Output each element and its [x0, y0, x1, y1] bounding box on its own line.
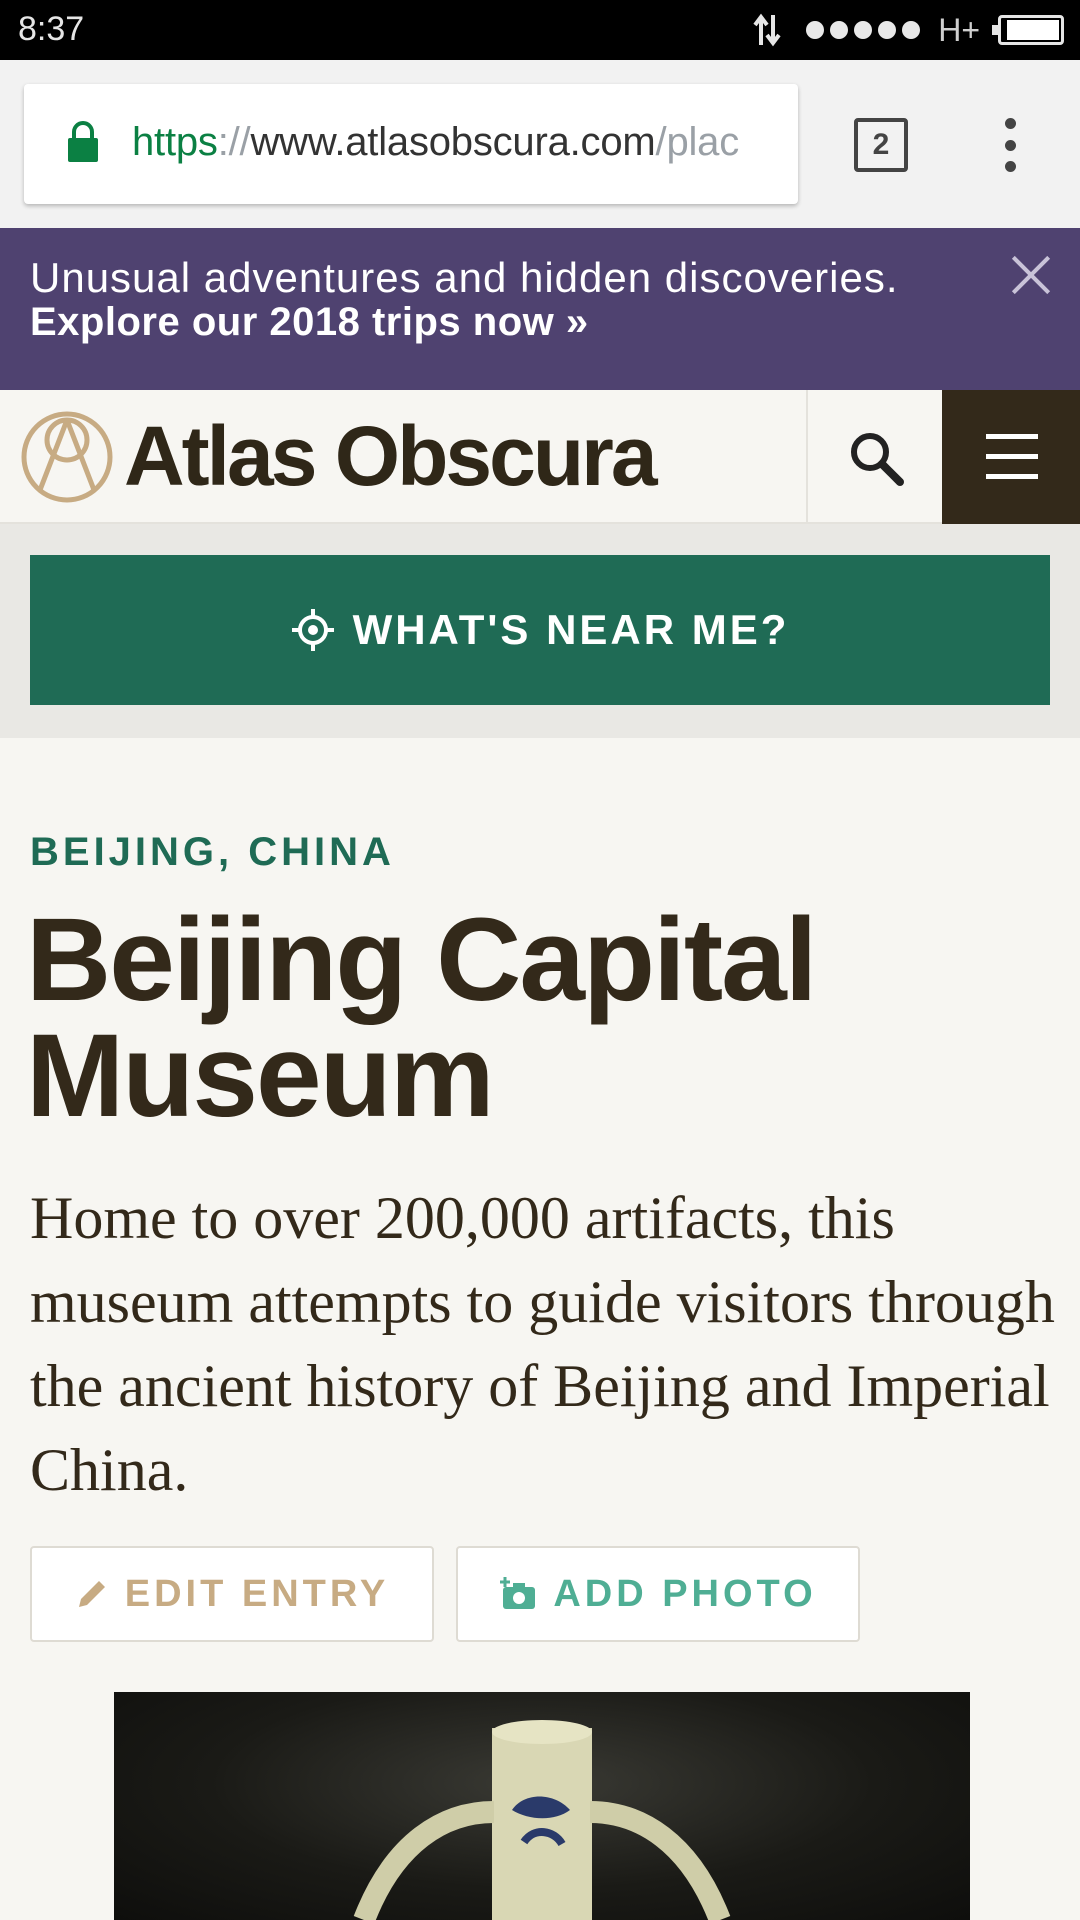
whats-near-me-button[interactable]: WHAT'S NEAR ME? — [30, 555, 1050, 705]
edit-entry-label: EDIT ENTRY — [124, 1572, 390, 1615]
browser-toolbar: https://www.atlasobscura.com/plac 2 — [0, 60, 1080, 228]
page-title: Beijing Capital Museum — [26, 894, 818, 1142]
status-icons: H+ — [752, 8, 1064, 52]
site-logo-text[interactable]: Atlas Obscura — [124, 408, 658, 505]
status-bar: 8:37 H+ — [0, 0, 1080, 60]
promo-line1: Unusual adventures and hidden discoverie… — [30, 254, 899, 301]
site-header: Atlas Obscura — [0, 390, 1080, 524]
data-transfer-icon — [753, 13, 781, 47]
pencil-icon — [78, 1581, 105, 1607]
add-photo-button[interactable]: ADD PHOTO — [456, 1546, 860, 1642]
vase-image — [353, 1720, 731, 1920]
battery-icon — [992, 15, 1064, 45]
add-camera-icon — [500, 1577, 536, 1609]
promo-link[interactable]: Explore our 2018 trips now » — [30, 300, 589, 345]
url-separator: :// — [217, 120, 251, 164]
close-icon[interactable] — [1010, 254, 1052, 296]
url-host: www.atlasobscura.com — [250, 120, 656, 164]
near-me-section: WHAT'S NEAR ME? — [0, 524, 1080, 738]
location-crosshair-icon — [291, 609, 334, 651]
tab-switcher-button[interactable]: 2 — [854, 118, 908, 172]
place-photo[interactable] — [114, 1692, 970, 1920]
overflow-menu-icon[interactable] — [1000, 118, 1020, 172]
atlas-obscura-logo-icon[interactable] — [20, 410, 114, 504]
menu-button[interactable] — [942, 390, 1080, 524]
search-button[interactable] — [806, 390, 942, 524]
url-text[interactable]: https://www.atlasobscura.com/plac — [132, 120, 739, 165]
lock-icon — [68, 121, 98, 162]
search-icon — [851, 433, 904, 486]
add-photo-label: ADD PHOTO — [553, 1572, 817, 1615]
place-description: Home to over 200,000 artifacts, this mus… — [30, 1185, 1055, 1503]
address-bar[interactable]: https://www.atlasobscura.com/plac — [24, 84, 798, 204]
url-path: /plac — [655, 120, 740, 164]
url-scheme: https — [132, 120, 218, 164]
signal-strength-icon — [806, 21, 921, 39]
promo-banner[interactable]: Unusual adventures and hidden discoverie… — [0, 228, 1080, 390]
status-time: 8:37 — [18, 10, 85, 48]
place-location[interactable]: BEIJING, CHINA — [30, 830, 395, 875]
edit-entry-button[interactable]: EDIT ENTRY — [30, 1546, 434, 1642]
near-me-label: WHAT'S NEAR ME? — [352, 606, 790, 653]
network-type: H+ — [938, 11, 980, 48]
